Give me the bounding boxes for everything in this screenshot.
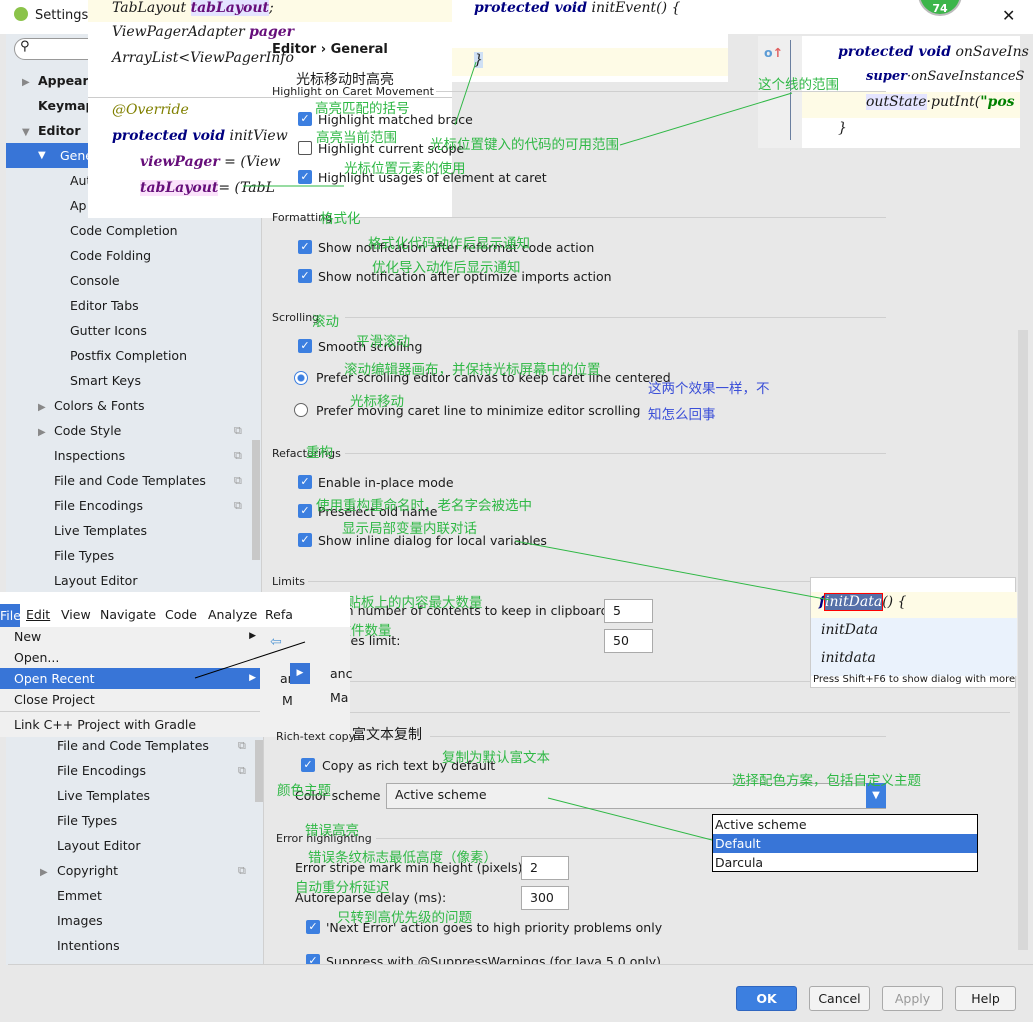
annotation-line: [454, 61, 477, 126]
annotation-line: [547, 797, 713, 841]
annotation-line: [514, 540, 831, 601]
annotation-lines: [194, 61, 831, 841]
annotation-line: [194, 641, 306, 679]
annotation-line: [619, 92, 793, 146]
